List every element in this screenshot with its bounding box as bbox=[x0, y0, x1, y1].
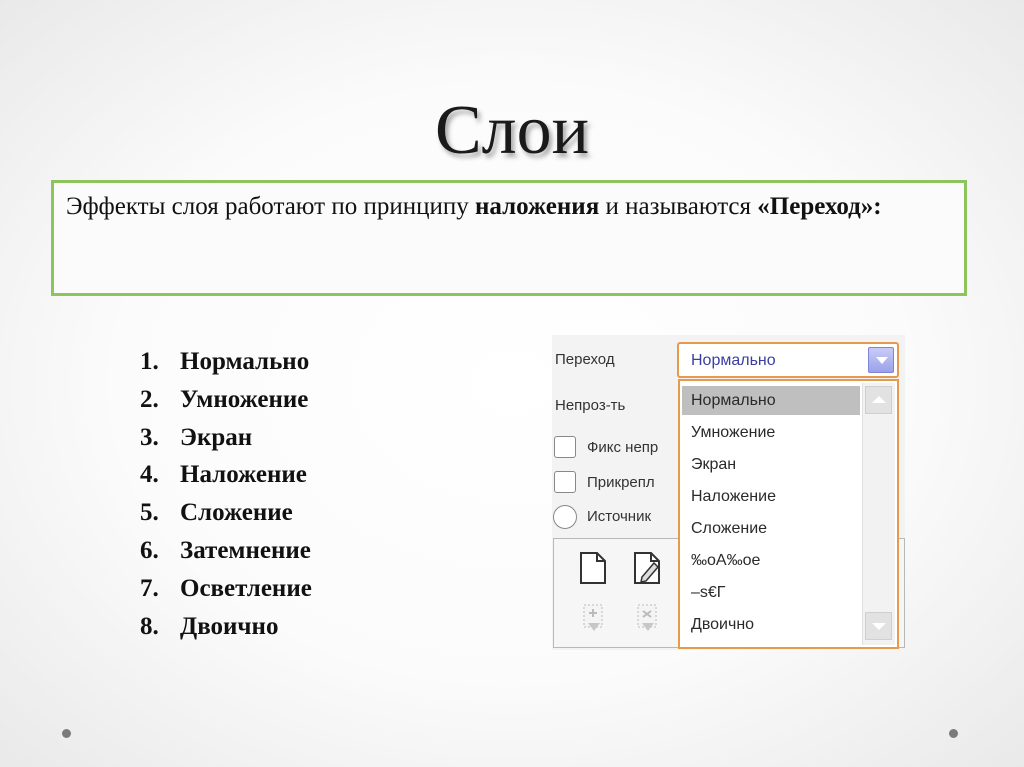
item-label: Сложение bbox=[180, 499, 293, 527]
fix-opacity-checkbox[interactable] bbox=[554, 436, 576, 458]
attach-checkbox[interactable] bbox=[554, 471, 576, 493]
description-bold1: наложения bbox=[474, 193, 600, 220]
list-item: 3. Экран bbox=[140, 419, 312, 457]
description-part2: и называются bbox=[599, 193, 758, 220]
list-item: 8. Двоично bbox=[140, 608, 312, 646]
dropdown-option[interactable]: Наложение bbox=[682, 482, 860, 511]
scroll-down-icon[interactable] bbox=[865, 612, 892, 640]
item-number: 7. bbox=[140, 574, 159, 602]
corner-dot-left bbox=[62, 729, 71, 738]
blend-mode-label: Переход bbox=[555, 351, 615, 368]
slide-title: Слои bbox=[434, 92, 590, 169]
item-label: Экран bbox=[180, 423, 253, 451]
attach-label: Прикрепл bbox=[587, 474, 655, 491]
description-text: Эффекты слоя работают по принципу наложе… bbox=[54, 183, 964, 222]
blend-modes-list: 1. Нормально 2. Умножение 3. Экран 4. Наложе… bbox=[140, 343, 312, 645]
description-box: Эффекты слоя работают по принципу наложе… bbox=[51, 180, 967, 296]
dropdown-option[interactable]: Сложение bbox=[682, 514, 860, 543]
blend-mode-value: Нормально bbox=[691, 352, 776, 369]
item-number: 4. bbox=[140, 461, 159, 489]
opacity-label: Непроз-ть bbox=[555, 397, 626, 414]
dropdown-option[interactable]: Двоично bbox=[682, 610, 860, 639]
item-label: Затемнение bbox=[180, 536, 311, 564]
blend-mode-select[interactable]: Нормально bbox=[677, 342, 899, 378]
chevron-down-icon[interactable] bbox=[868, 347, 894, 373]
fix-opacity-label: Фикс непр bbox=[587, 439, 659, 456]
blend-mode-dropdown-list: Нормально Умножение Экран Наложение Слож… bbox=[678, 379, 899, 649]
dropdown-option[interactable]: –s€Г bbox=[682, 578, 860, 607]
item-number: 8. bbox=[140, 612, 159, 640]
merge-layer-icon[interactable] bbox=[634, 603, 662, 635]
description-part1: Эффекты слоя работают по принципу bbox=[66, 193, 475, 220]
list-item: 7. Осветление bbox=[140, 570, 312, 608]
source-radio[interactable] bbox=[553, 505, 577, 529]
item-label: Умножение bbox=[180, 385, 309, 413]
dropdown-option[interactable]: Экран bbox=[682, 450, 860, 479]
dropdown-option[interactable]: Умножение bbox=[682, 418, 860, 447]
dropdown-scrollbar[interactable] bbox=[862, 383, 895, 645]
list-item: 5. Сложение bbox=[140, 494, 312, 532]
list-item: 1. Нормально bbox=[140, 343, 312, 381]
layer-dialog-screenshot: Переход Нормально Непроз-ть Фикс непр Пр… bbox=[552, 335, 905, 650]
item-label: Осветление bbox=[180, 574, 312, 602]
item-number: 2. bbox=[140, 385, 159, 413]
list-item: 2. Умножение bbox=[140, 381, 312, 419]
duplicate-layer-icon[interactable] bbox=[580, 603, 608, 635]
description-bold2: «Переход»: bbox=[757, 193, 882, 220]
item-number: 5. bbox=[140, 499, 159, 527]
item-number: 1. bbox=[140, 348, 159, 375]
item-label: Нормально bbox=[180, 348, 310, 375]
item-label: Наложение bbox=[180, 461, 307, 489]
dropdown-option[interactable]: ‰оА‰ое bbox=[682, 546, 860, 575]
dropdown-option[interactable]: Нормально bbox=[682, 386, 860, 415]
scroll-up-icon[interactable] bbox=[865, 386, 892, 414]
edit-layer-icon[interactable] bbox=[632, 551, 664, 585]
item-number: 6. bbox=[140, 536, 159, 564]
corner-dot-right bbox=[949, 729, 958, 738]
list-item: 6. Затемнение bbox=[140, 532, 312, 570]
new-layer-icon[interactable] bbox=[578, 551, 608, 585]
item-number: 3. bbox=[140, 423, 159, 451]
list-item: 4. Наложение bbox=[140, 456, 312, 494]
source-label: Источник bbox=[587, 508, 652, 525]
item-label: Двоично bbox=[180, 612, 279, 640]
